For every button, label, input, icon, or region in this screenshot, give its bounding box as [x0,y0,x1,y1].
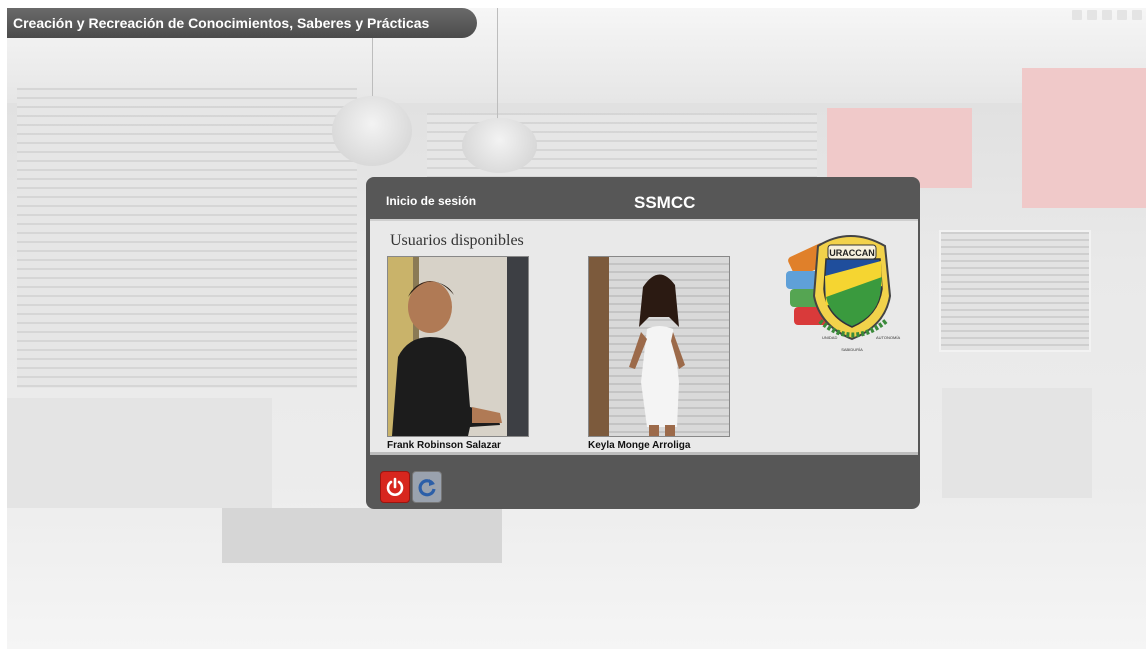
logo-motto-right: AUTONOMÍA [876,335,900,340]
login-title: Inicio de sesión [386,194,477,208]
user-card-frank[interactable]: Frank Robinson Salazar [387,256,529,451]
wall-panel [827,108,972,188]
user-photo[interactable] [387,256,529,437]
lamp-wire [497,8,498,123]
book-icon[interactable] [1117,10,1127,20]
login-dialog: Inicio de sesión SSMCC Usuarios disponib… [366,177,920,509]
window-controls [1072,10,1142,20]
power-button[interactable] [380,471,410,503]
logo-text: URACCAN [829,248,875,258]
user-name: Keyla Monge Arroliga [588,440,691,451]
flag-icon[interactable] [1087,10,1097,20]
window-blind [17,88,357,388]
person-silhouette [629,274,685,436]
people-icon[interactable] [1102,10,1112,20]
uraccan-logo: URACCAN UNIDAD SABIDURÍA AUTONOMÍA [786,235,900,352]
user-photo[interactable] [588,256,730,437]
footer-toolbar [380,471,442,503]
refresh-button[interactable] [412,471,442,503]
pendant-lamp [462,118,537,173]
users-panel: Usuarios disponibles Frank Robinson Sala… [370,219,918,455]
login-header: Inicio de sesión SSMCC [366,177,920,219]
wall-tv [939,230,1091,352]
app-title: Creación y Recreación de Conocimientos, … [13,15,430,31]
person-silhouette [392,281,502,436]
wall-panel [1022,68,1146,208]
coffee-table [222,508,502,563]
power-icon [386,477,404,496]
logo-motto-left: UNIDAD [822,335,837,340]
logo-motto-center: SABIDURÍA [841,347,863,352]
minimize-icon[interactable] [1072,10,1082,20]
cabinet [942,388,1092,498]
pendant-lamp [332,96,412,166]
app-name: SSMCC [634,193,696,212]
users-heading: Usuarios disponibles [390,232,524,249]
user-name: Frank Robinson Salazar [387,440,501,451]
close-icon[interactable] [1132,10,1142,20]
sofa [7,398,272,508]
user-card-keyla[interactable]: Keyla Monge Arroliga [588,256,730,451]
refresh-icon [418,479,436,497]
app-title-bar: Creación y Recreación de Conocimientos, … [7,8,477,38]
